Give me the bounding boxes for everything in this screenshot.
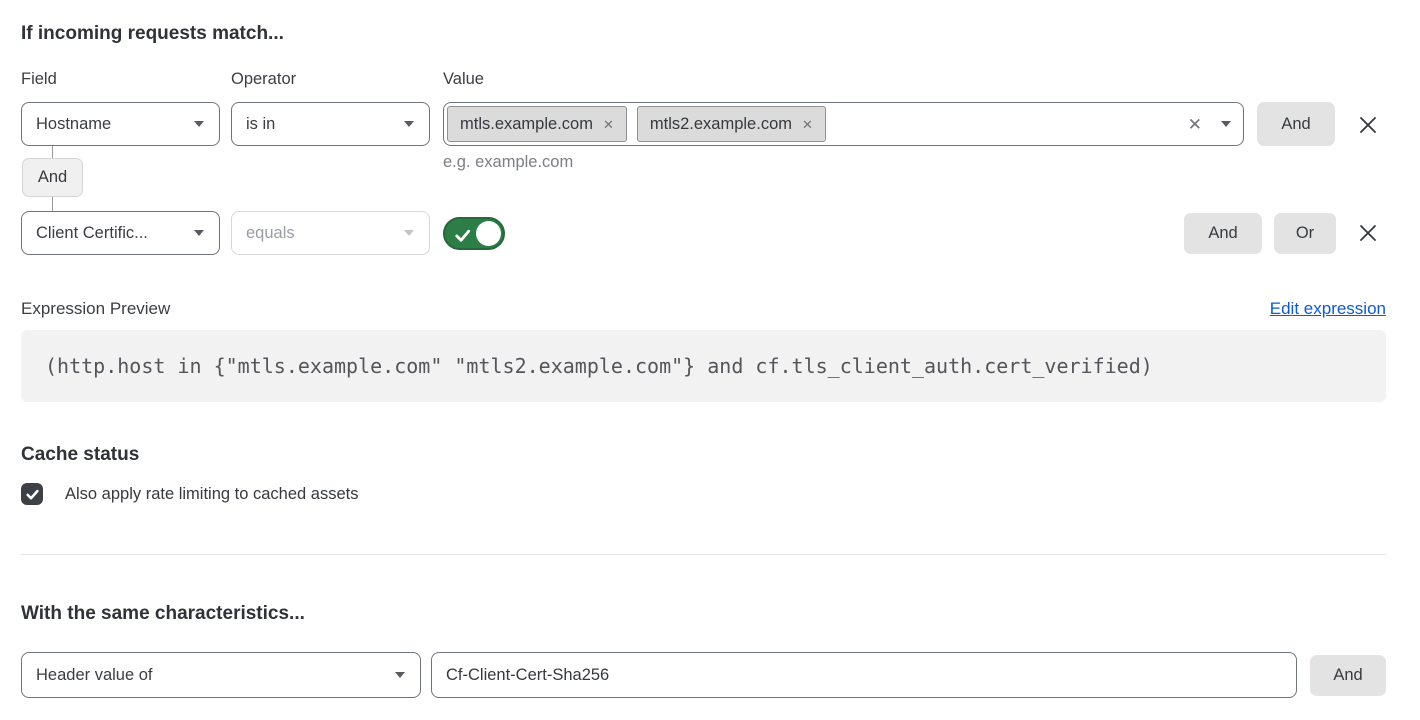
check-icon (453, 226, 472, 245)
field-label: Field (21, 70, 231, 89)
chevron-down-icon (395, 672, 405, 678)
connector-line-bottom (52, 197, 53, 211)
chevron-down-icon (1221, 121, 1231, 127)
value-tag: mtls2.example.com ✕ (637, 106, 826, 142)
chevron-down-icon (194, 121, 204, 127)
and-connector: And (22, 146, 83, 211)
add-characteristic-button[interactable]: And (1310, 655, 1386, 696)
value-toggle-switch[interactable] (443, 217, 505, 250)
value-tag-text: mtls2.example.com (650, 115, 792, 134)
edit-expression-link[interactable]: Edit expression (1270, 299, 1386, 319)
value-helper-text: e.g. example.com (443, 153, 573, 172)
operator-select-1[interactable]: is in (231, 102, 430, 146)
chevron-down-icon (194, 230, 204, 236)
expression-header: Expression Preview Edit expression (21, 299, 1386, 319)
condition-row-1: Hostname is in mtls.example.com ✕ mtls2.… (21, 102, 1386, 146)
and-connector-button[interactable]: And (22, 158, 83, 197)
field-select-1-value: Hostname (36, 115, 194, 134)
value-label: Value (443, 70, 484, 89)
condition-row-2: Client Certific... equals And Or (21, 211, 1386, 255)
add-and-condition-button-1[interactable]: And (1257, 102, 1335, 146)
operator-select-2: equals (231, 211, 430, 255)
match-section-title: If incoming requests match... (21, 22, 1386, 45)
delete-condition-button-1[interactable] (1355, 112, 1381, 138)
header-name-input[interactable] (431, 652, 1297, 698)
tag-remove-icon[interactable]: ✕ (802, 118, 813, 131)
characteristics-title: With the same characteristics... (21, 602, 1386, 625)
characteristics-row: Header value of And (21, 652, 1386, 698)
add-and-condition-button-2[interactable]: And (1184, 213, 1262, 254)
delete-condition-button-2[interactable] (1355, 220, 1381, 246)
cache-status-title: Cache status (21, 443, 1386, 466)
rule-builder: If incoming requests match... Field Oper… (0, 0, 1420, 698)
operator-select-1-value: is in (246, 115, 404, 134)
toggle-knob (476, 221, 501, 246)
connector-zone: And e.g. example.com (21, 146, 1386, 211)
characteristic-select[interactable]: Header value of (21, 652, 421, 698)
check-icon (25, 487, 40, 502)
clear-values-icon[interactable]: ✕ (1188, 116, 1202, 133)
value-tag-text: mtls.example.com (460, 115, 593, 134)
field-select-2-value: Client Certific... (36, 224, 194, 243)
cached-assets-checkbox[interactable] (21, 483, 43, 505)
expression-code: (http.host in {"mtls.example.com" "mtls2… (21, 330, 1386, 402)
cached-assets-checkbox-label: Also apply rate limiting to cached asset… (65, 485, 358, 504)
connector-line-top (52, 146, 53, 158)
tag-remove-icon[interactable]: ✕ (603, 118, 614, 131)
chevron-down-icon (404, 230, 414, 236)
add-or-condition-button-2[interactable]: Or (1274, 213, 1336, 254)
close-icon (1355, 112, 1381, 138)
value-multiselect[interactable]: mtls.example.com ✕ mtls2.example.com ✕ ✕ (443, 102, 1244, 146)
cache-checkbox-row: Also apply rate limiting to cached asset… (21, 483, 1386, 505)
operator-label: Operator (231, 70, 443, 89)
characteristic-select-value: Header value of (36, 666, 395, 685)
operator-select-2-value: equals (246, 224, 404, 243)
field-select-1[interactable]: Hostname (21, 102, 220, 146)
close-icon (1355, 220, 1381, 246)
field-select-2[interactable]: Client Certific... (21, 211, 220, 255)
chevron-down-icon (404, 121, 414, 127)
value-tag: mtls.example.com ✕ (447, 106, 627, 142)
condition-labels-row: Field Operator Value (21, 70, 1386, 89)
section-divider (21, 554, 1386, 555)
expression-preview-label: Expression Preview (21, 299, 170, 319)
